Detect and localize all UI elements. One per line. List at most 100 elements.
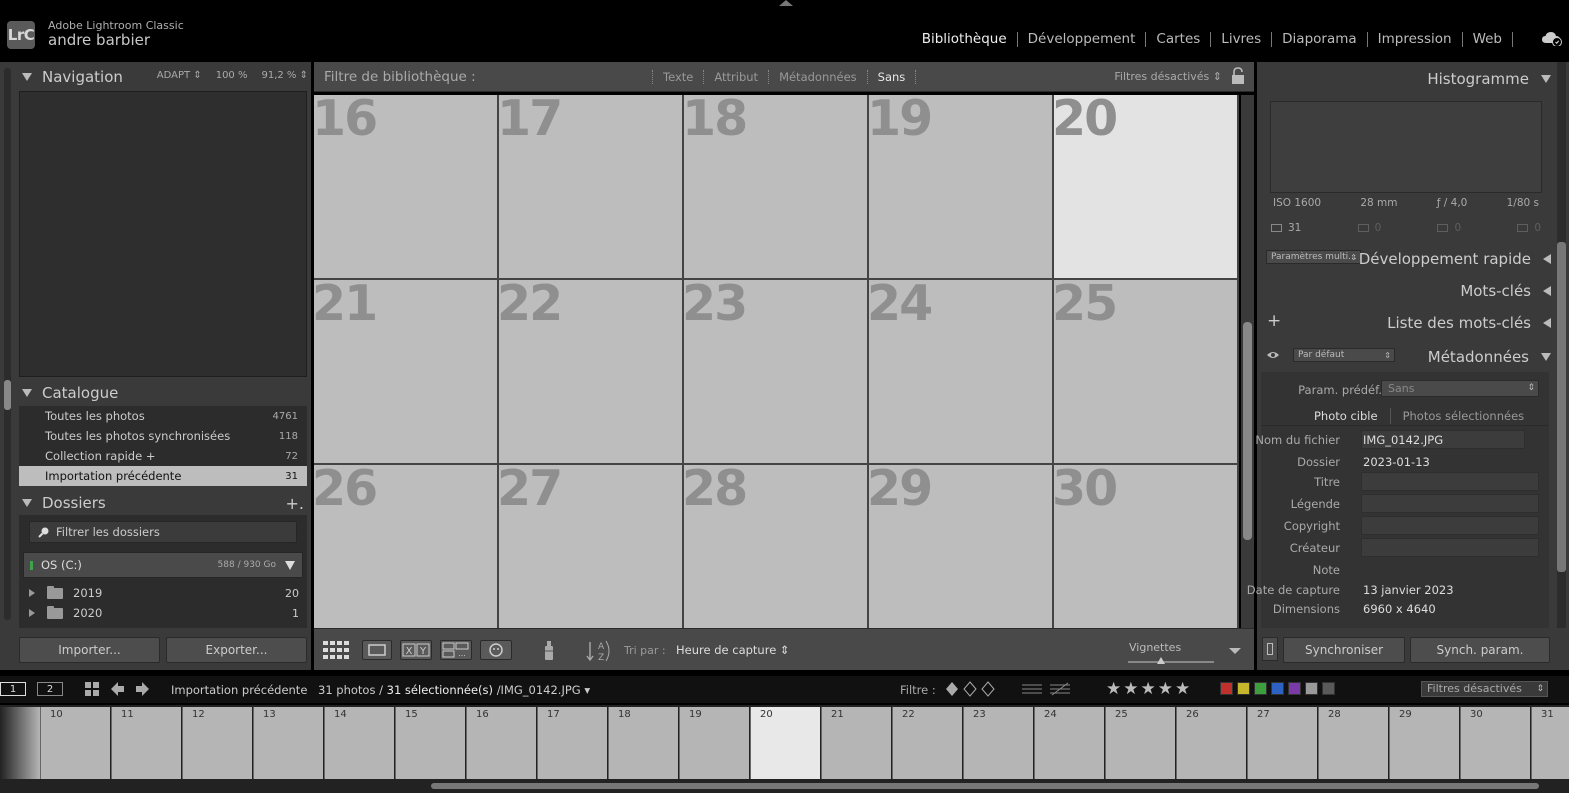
forward-arrow-icon[interactable]: [134, 681, 150, 697]
filter-none[interactable]: Sans: [866, 70, 917, 84]
quick-develop-header[interactable]: Développement rapide: [1359, 250, 1551, 268]
tab-selected-photos[interactable]: Photos sélectionnées: [1391, 408, 1537, 424]
grid-cell[interactable]: 24: [869, 280, 1054, 465]
loupe-view-button[interactable]: [362, 640, 392, 660]
meta-value[interactable]: 2023-01-13: [1363, 455, 1430, 469]
folder-filter-input[interactable]: Filtrer les dossiers: [29, 521, 297, 543]
lock-icon[interactable]: [1231, 67, 1245, 85]
module-slideshow[interactable]: Diaporama: [1271, 32, 1367, 47]
module-print[interactable]: Impression: [1366, 32, 1462, 47]
filmstrip-thumbnail[interactable]: 16: [466, 707, 536, 779]
filmstrip-thumbnail[interactable]: 25: [1105, 707, 1175, 779]
add-folder-icon[interactable]: +.: [286, 494, 305, 513]
filmstrip-thumbnail[interactable]: 14: [324, 707, 394, 779]
painter-spray-icon[interactable]: [542, 638, 556, 662]
grid-cell[interactable]: 17: [499, 95, 684, 280]
grid-cell[interactable]: 29: [869, 465, 1054, 650]
histogram-display[interactable]: [1270, 101, 1542, 193]
color-label-purple[interactable]: [1288, 682, 1301, 695]
catalog-item-all-photos[interactable]: Toutes les photos 4761: [19, 406, 307, 426]
back-arrow-icon[interactable]: [110, 681, 126, 697]
sync-toggle-switch[interactable]: [1262, 637, 1278, 661]
module-develop[interactable]: Développement: [1016, 32, 1146, 47]
catalog-item-quick-collection[interactable]: Collection rapide + 72: [19, 446, 307, 466]
grid-cell[interactable]: 18: [684, 95, 869, 280]
metadata-preset-select[interactable]: Sans: [1381, 380, 1539, 397]
keyword-list-header[interactable]: Liste des mots-clés: [1387, 314, 1551, 332]
filmstrip-scrollbar[interactable]: [431, 783, 1539, 789]
filmstrip-thumbnail[interactable]: 10: [40, 707, 110, 779]
disclosure-triangle-icon[interactable]: [29, 589, 35, 597]
grid-view-button[interactable]: [321, 640, 353, 660]
expand-triangle-icon[interactable]: [285, 561, 295, 570]
caption-field[interactable]: [1361, 494, 1539, 513]
second-screen-button[interactable]: 2: [37, 682, 63, 696]
compare-view-button[interactable]: X Y: [400, 640, 432, 660]
filmstrip-thumbnail[interactable]: 29: [1389, 707, 1459, 779]
synchronize-button[interactable]: Synchroniser: [1283, 637, 1405, 663]
left-panel-scroll-thumb[interactable]: [4, 380, 11, 410]
zoom-100[interactable]: 100 %: [216, 70, 248, 81]
copyright-field[interactable]: [1361, 516, 1539, 535]
grid-cell[interactable]: 30: [1054, 465, 1239, 650]
rating-filter-stars[interactable]: ★★★★★: [1106, 679, 1192, 699]
folder-item[interactable]: 2020 1: [29, 603, 299, 623]
thumbnail-slider-knob[interactable]: [1156, 657, 1165, 664]
edit-filter-icons[interactable]: [1020, 681, 1080, 697]
grid-cell[interactable]: 16: [314, 95, 499, 280]
filmstrip-thumbnail[interactable]: 17: [537, 707, 607, 779]
grid-scroll-thumb[interactable]: [1243, 322, 1252, 540]
grid-cell[interactable]: 28: [684, 465, 869, 650]
navigator-preview[interactable]: [19, 91, 307, 377]
filmstrip-thumbnail[interactable]: 30: [1460, 707, 1530, 779]
title-field[interactable]: [1361, 472, 1539, 491]
module-book[interactable]: Livres: [1210, 32, 1271, 47]
quick-develop-preset-select[interactable]: Paramètres multi...: [1266, 250, 1361, 264]
filter-attribute[interactable]: Attribut: [703, 70, 768, 84]
grid-cell[interactable]: 19: [869, 95, 1054, 280]
eye-icon[interactable]: [1266, 350, 1280, 360]
metadata-view-select[interactable]: Par défaut: [1293, 348, 1395, 362]
right-panel-scroll-thumb[interactable]: [1557, 242, 1566, 572]
module-library[interactable]: Bibliothèque: [912, 32, 1017, 47]
filmstrip-thumbnail[interactable]: 13: [253, 707, 323, 779]
filmstrip-filter-select[interactable]: Filtres désactivés: [1421, 681, 1548, 697]
histogram-header[interactable]: Histogramme: [1427, 70, 1551, 88]
sort-direction-icon[interactable]: A Z: [584, 639, 616, 663]
filmstrip-thumbnail[interactable]: 12: [182, 707, 252, 779]
sort-select[interactable]: Heure de capture ⇕: [676, 643, 790, 657]
filmstrip-thumbnail[interactable]: 27: [1247, 707, 1317, 779]
export-button[interactable]: Exporter...: [166, 637, 307, 663]
filmstrip-thumbnail[interactable]: 21: [821, 707, 891, 779]
color-label-red[interactable]: [1220, 682, 1233, 695]
filmstrip-thumbnail[interactable]: 22: [892, 707, 962, 779]
filmstrip-thumbnail[interactable]: 18: [608, 707, 678, 779]
color-label-custom[interactable]: [1305, 682, 1318, 695]
flag-filter-icons[interactable]: [944, 680, 1004, 698]
color-label-none[interactable]: [1322, 682, 1335, 695]
filmstrip-thumbnail[interactable]: 31: [1531, 707, 1569, 779]
grid-cell[interactable]: 25: [1054, 280, 1239, 465]
filmstrip-source[interactable]: Importation précédente: [171, 683, 307, 697]
grid-cell[interactable]: 27: [499, 465, 684, 650]
main-screen-button[interactable]: 1: [0, 682, 26, 696]
creator-field[interactable]: [1361, 538, 1539, 557]
filmstrip-thumbnail[interactable]: 19: [679, 707, 749, 779]
disclosure-triangle-icon[interactable]: [29, 609, 35, 617]
catalog-header[interactable]: Catalogue: [22, 384, 308, 402]
people-view-button[interactable]: [480, 640, 512, 660]
thumbnail-size-slider[interactable]: [1128, 661, 1214, 663]
filmstrip-thumbnail[interactable]: 15: [395, 707, 465, 779]
filmstrip-thumbnail[interactable]: 26: [1176, 707, 1246, 779]
grid-cell[interactable]: 20: [1054, 95, 1239, 280]
zoom-custom[interactable]: 91,2 % ⇕: [261, 70, 308, 81]
color-label-yellow[interactable]: [1237, 682, 1250, 695]
sync-settings-button[interactable]: Synch. param.: [1410, 637, 1550, 663]
grid-scrollbar[interactable]: [1241, 95, 1254, 628]
module-web[interactable]: Web: [1461, 32, 1513, 47]
filmstrip-thumbnail[interactable]: 23: [963, 707, 1033, 779]
volume-row[interactable]: OS (C:) 588 / 930 Go: [23, 552, 303, 578]
zoom-fit[interactable]: ADAPT ⇕: [157, 70, 202, 81]
filmstrip-thumbnail[interactable]: 20: [750, 707, 820, 779]
filter-preset-select[interactable]: Filtres désactivés ⇕: [1114, 70, 1222, 83]
